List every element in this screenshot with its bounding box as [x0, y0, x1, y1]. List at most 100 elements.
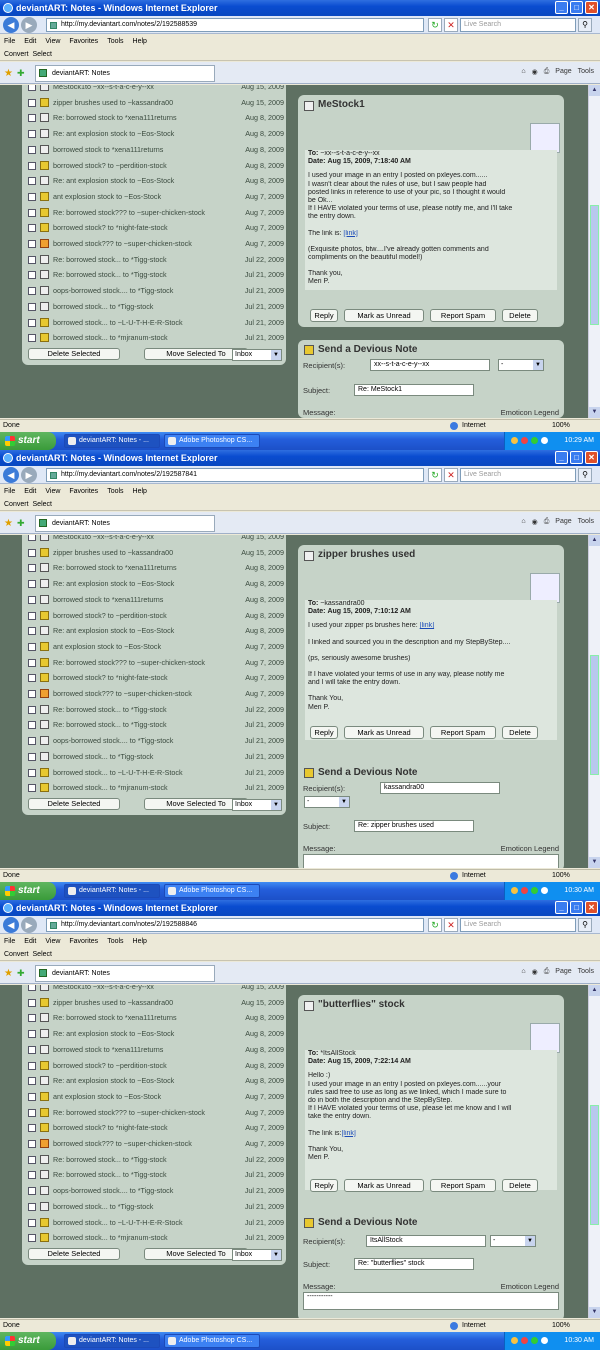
emoticon-legend-link[interactable]: Emoticon Legend	[501, 408, 559, 417]
note-subject[interactable]: zipper brushes used to ~kassandra00	[53, 95, 173, 111]
menu-edit[interactable]: Edit	[24, 938, 36, 945]
search-input[interactable]: Live Search	[460, 468, 576, 482]
link-convert[interactable]: Convert	[4, 951, 29, 958]
zoom-level[interactable]: 100%	[552, 1320, 570, 1331]
note-subject[interactable]: borrowed stock... to *mjranum-stock	[53, 780, 168, 796]
list-item[interactable]: MeStock1to ~xx--s-t-a-c-e-y--xx Aug 15, 2…	[22, 535, 286, 545]
list-item[interactable]: zipper brushes used to ~kassandra00 Aug 1…	[22, 995, 286, 1011]
list-item[interactable]: Re: borrowed stock to *xena111returns Aug…	[22, 560, 286, 576]
note-link[interactable]: [link]	[420, 622, 434, 629]
report-spam-button[interactable]: Report Spam	[430, 726, 496, 739]
note-checkbox[interactable]	[28, 998, 36, 1007]
list-item[interactable]: borrowed stock to *xena111returns Aug 8, …	[22, 592, 286, 608]
tray-icon[interactable]	[511, 437, 518, 444]
scroll-thumb[interactable]	[590, 1105, 599, 1225]
start-button[interactable]: start	[0, 432, 56, 450]
close-button[interactable]: ✕	[585, 901, 598, 914]
note-subject[interactable]: Re: borrowed stock... to *Tigg-stock	[53, 1167, 167, 1183]
tray-icon[interactable]	[511, 1337, 518, 1344]
minimize-button[interactable]: _	[555, 1, 568, 14]
note-checkbox[interactable]	[28, 224, 36, 233]
list-item[interactable]: MeStock1to ~xx--s-t-a-c-e-y--xx Aug 15, 2…	[22, 985, 286, 995]
emoticon-legend-link[interactable]: Emoticon Legend	[501, 844, 559, 853]
mark-unread-button[interactable]: Mark as Unread	[344, 1179, 424, 1192]
list-item[interactable]: Re: borrowed stock... to *Tigg-stock Jul …	[22, 702, 286, 718]
note-checkbox[interactable]	[28, 985, 36, 991]
menu-view[interactable]: View	[45, 938, 60, 945]
list-item[interactable]: Re: borrowed stock??? to ~super-chicken-…	[22, 655, 286, 671]
taskbar-ie-window[interactable]: deviantART: Notes - ...	[64, 1334, 160, 1348]
reply-button[interactable]: Reply	[310, 309, 338, 322]
note-subject[interactable]: borrowed stock? to ~perdition-stock	[53, 1058, 167, 1074]
list-item[interactable]: Re: borrowed stock... to *Tigg-stock Jul …	[22, 252, 286, 268]
note-subject[interactable]: Re: borrowed stock??? to ~super-chicken-…	[53, 205, 205, 221]
chevron-down-icon[interactable]: ▼	[271, 349, 281, 360]
menu-tools[interactable]: Tools	[107, 38, 123, 45]
note-subject[interactable]: MeStock1to ~xx--s-t-a-c-e-y--xx	[53, 85, 154, 95]
tray-icon[interactable]	[531, 887, 538, 894]
home-icon[interactable]: ⌂	[521, 968, 525, 976]
list-item[interactable]: Re: borrowed stock??? to ~super-chicken-…	[22, 1105, 286, 1121]
print-icon[interactable]: ⎙	[544, 968, 550, 976]
feeds-icon[interactable]: ◉	[532, 68, 538, 76]
page-scrollbar[interactable]: ▲ ▼	[588, 85, 600, 418]
note-subject[interactable]: borrowed stock to *xena111returns	[53, 142, 163, 158]
recipient-type-select[interactable]: - ▼	[490, 1235, 536, 1247]
note-subject[interactable]: Re: ant explosion stock to ~Eos-Stock	[53, 173, 174, 189]
link-convert[interactable]: Convert	[4, 51, 29, 58]
mark-unread-button[interactable]: Mark as Unread	[344, 726, 424, 739]
list-item[interactable]: Re: ant explosion stock to ~Eos-Stock Aug…	[22, 126, 286, 142]
stop-button[interactable]: ✕	[444, 18, 458, 32]
list-item[interactable]: borrowed stock? to *night-fate-stock Aug …	[22, 1120, 286, 1136]
report-spam-button[interactable]: Report Spam	[430, 309, 496, 322]
recipient-input[interactable]: kassandra00	[380, 782, 500, 794]
list-item[interactable]: Re: borrowed stock to *xena111returns Aug…	[22, 110, 286, 126]
scroll-thumb[interactable]	[590, 655, 599, 775]
note-subject[interactable]: borrowed stock... to *Tigg-stock	[53, 1199, 153, 1215]
tray-icon[interactable]	[521, 887, 528, 894]
note-subject[interactable]: ant explosion stock to ~Eos-Stock	[53, 189, 161, 205]
note-subject[interactable]: borrowed stock? to ~perdition-stock	[53, 608, 167, 624]
back-button[interactable]: ◀	[3, 17, 19, 33]
scroll-up-arrow[interactable]: ▲	[589, 535, 600, 546]
menu-favorites[interactable]: Favorites	[69, 488, 98, 495]
scroll-up-arrow[interactable]: ▲	[589, 985, 600, 996]
menu-help[interactable]: Help	[133, 488, 147, 495]
address-input[interactable]: http://my.deviantart.com/notes/2/1925885…	[46, 18, 424, 32]
list-item[interactable]: oops-borrowed stock.... to *Tigg-stock Ju…	[22, 733, 286, 749]
zoom-level[interactable]: 100%	[552, 420, 570, 431]
note-checkbox[interactable]	[28, 1077, 36, 1086]
note-subject[interactable]: borrowed stock... to *mjranum-stock	[53, 330, 168, 346]
note-subject[interactable]: borrowed stock??? to ~super-chicken-stoc…	[53, 1136, 192, 1152]
note-checkbox[interactable]	[28, 1014, 36, 1023]
menu-help[interactable]: Help	[133, 38, 147, 45]
list-item[interactable]: borrowed stock to *xena111returns Aug 8, …	[22, 1042, 286, 1058]
note-checkbox[interactable]	[28, 145, 36, 154]
list-item[interactable]: MeStock1to ~xx--s-t-a-c-e-y--xx Aug 15, 2…	[22, 85, 286, 95]
reply-button[interactable]: Reply	[310, 1179, 338, 1192]
note-subject[interactable]: borrowed stock... to ~L-U-T-H-E-R-Stock	[53, 765, 183, 781]
list-item[interactable]: Re: ant explosion stock to ~Eos-Stock Aug…	[22, 623, 286, 639]
list-item[interactable]: borrowed stock? to ~perdition-stock Aug 8…	[22, 1058, 286, 1074]
report-spam-button[interactable]: Report Spam	[430, 1179, 496, 1192]
note-checkbox[interactable]	[28, 1124, 36, 1133]
scroll-down-arrow[interactable]: ▼	[589, 857, 600, 868]
note-subject[interactable]: borrowed stock to *xena111returns	[53, 592, 163, 608]
note-subject[interactable]: borrowed stock? to *night-fate-stock	[53, 220, 168, 236]
list-item[interactable]: borrowed stock? to ~perdition-stock Aug 8…	[22, 608, 286, 624]
note-checkbox[interactable]	[28, 271, 36, 280]
delete-note-button[interactable]: Delete	[502, 1179, 538, 1192]
feeds-icon[interactable]: ◉	[532, 518, 538, 526]
tools-menu[interactable]: Tools	[578, 518, 594, 526]
forward-button[interactable]: ▶	[21, 917, 37, 933]
avatar[interactable]	[530, 1023, 560, 1053]
list-item[interactable]: borrowed stock... to *Tigg-stock Jul 21, …	[22, 1199, 286, 1215]
scroll-up-arrow[interactable]: ▲	[589, 85, 600, 96]
search-icon[interactable]: ⚲	[578, 468, 592, 482]
delete-selected-button[interactable]: Delete Selected	[28, 347, 120, 360]
chevron-down-icon[interactable]: ▼	[339, 797, 349, 807]
note-checkbox[interactable]	[28, 1045, 36, 1054]
note-subject[interactable]: Re: borrowed stock to *xena111returns	[53, 110, 177, 126]
note-checkbox[interactable]	[28, 768, 36, 777]
delete-note-button[interactable]: Delete	[502, 726, 538, 739]
